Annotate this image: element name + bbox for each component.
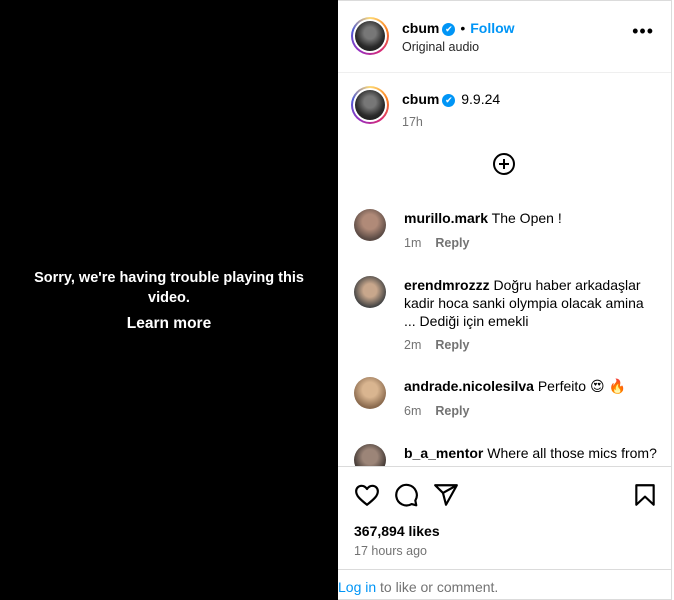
audio-label[interactable]: Original audio — [402, 40, 479, 54]
reply-button[interactable]: Reply — [435, 404, 469, 418]
caption-text: 9.9.24 — [461, 91, 501, 107]
comment-text: Where all those mics from? — [487, 445, 657, 461]
caption-username[interactable]: cbum — [402, 91, 439, 107]
add-comment-icon[interactable] — [493, 153, 515, 175]
comment-body: erendmrozzz Doğru haber arkadaşlar kadir… — [404, 276, 659, 330]
post-timestamp[interactable]: 17 hours ago — [354, 544, 427, 558]
comment-time[interactable]: 2m — [404, 338, 421, 352]
commenter-username[interactable]: murillo.mark — [404, 210, 488, 226]
author-line: cbum ✔ • Follow — [402, 20, 515, 36]
learn-more-link[interactable]: Learn more — [0, 315, 338, 333]
separator-dot: • — [460, 20, 466, 36]
comment-meta: 2m Reply — [404, 338, 469, 352]
commenter-username[interactable]: b_a_mentor — [404, 445, 483, 461]
comment-time[interactable]: 6m — [404, 404, 421, 418]
comment-body: andrade.nicolesilva Perfeito 😍 🔥 — [404, 377, 659, 395]
comment-body: murillo.mark The Open ! — [404, 209, 659, 227]
login-prompt: Log in to like or comment. — [338, 569, 671, 595]
reply-button[interactable]: Reply — [435, 236, 469, 250]
comment-icon[interactable] — [393, 482, 419, 508]
more-options-icon[interactable]: ••• — [632, 21, 654, 42]
bookmark-icon[interactable] — [632, 482, 658, 508]
caption: cbum ✔ 9.9.24 — [402, 91, 500, 107]
caption-avatar[interactable] — [351, 86, 389, 124]
verified-badge-icon: ✔ — [442, 94, 456, 107]
comment-time[interactable]: 1m — [404, 236, 421, 250]
commenter-avatar[interactable] — [354, 377, 386, 409]
post-sidebar: cbum ✔ • Follow Original audio ••• cbum ✔ 9.… — [338, 0, 672, 600]
verified-badge-icon: ✔ — [442, 23, 456, 36]
commenter-avatar[interactable] — [354, 276, 386, 308]
follow-button[interactable]: Follow — [470, 20, 514, 36]
heart-icon[interactable] — [354, 482, 380, 508]
video-player[interactable]: Sorry, we're having trouble playing this… — [0, 0, 338, 600]
comment-text: Perfeito 😍 🔥 — [537, 378, 626, 394]
comment-meta: 6m Reply — [404, 404, 469, 418]
login-prompt-text: to like or comment. — [376, 579, 499, 595]
commenter-avatar[interactable] — [354, 209, 386, 241]
login-link[interactable]: Log in — [338, 579, 376, 595]
comment-body: b_a_mentor Where all those mics from? — [404, 444, 659, 462]
author-avatar[interactable] — [351, 17, 389, 55]
reply-button[interactable]: Reply — [435, 338, 469, 352]
author-username[interactable]: cbum — [402, 20, 439, 36]
share-icon[interactable] — [433, 482, 459, 508]
commenter-username[interactable]: andrade.nicolesilva — [404, 378, 534, 394]
commenter-username[interactable]: erendmrozzz — [404, 277, 490, 293]
post-header: cbum ✔ • Follow Original audio ••• — [338, 1, 671, 73]
likes-count[interactable]: 367,894 likes — [354, 523, 440, 539]
video-error-message: Sorry, we're having trouble playing this… — [34, 270, 304, 306]
caption-time[interactable]: 17h — [402, 115, 423, 129]
comment-text: The Open ! — [491, 210, 562, 226]
comment-meta: 1m Reply — [404, 236, 469, 250]
